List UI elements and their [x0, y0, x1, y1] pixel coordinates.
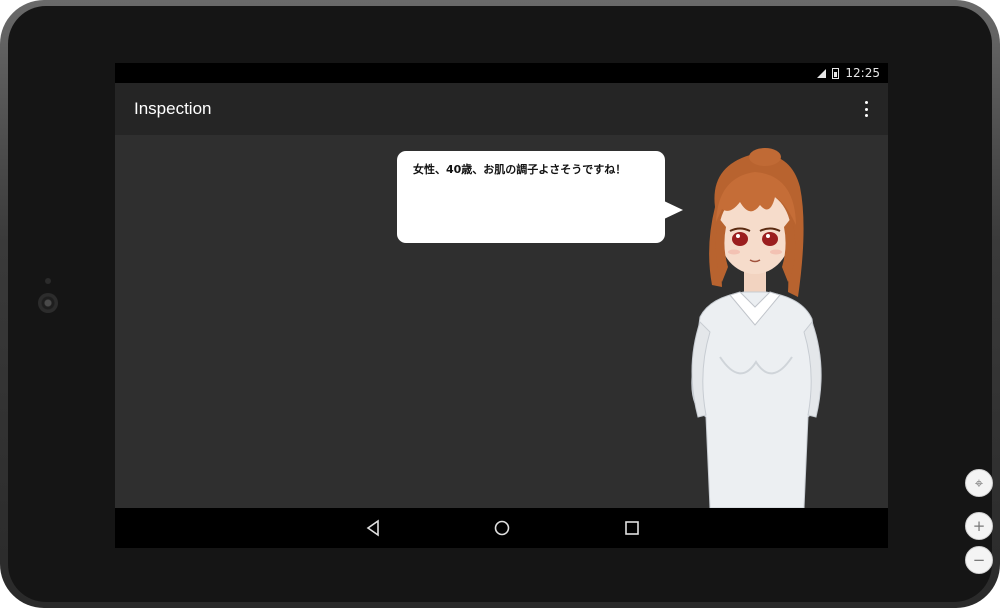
zoom-out-button[interactable]: −	[965, 546, 993, 574]
game-scene[interactable]: 女性、40歳、お肌の調子よさそうですね！	[115, 135, 888, 508]
app-title: Inspection	[134, 99, 212, 118]
hair-bun	[749, 148, 781, 166]
right-eye	[762, 232, 778, 246]
left-eye	[732, 232, 748, 246]
zoom-in-button[interactable]: +	[965, 512, 993, 540]
fit-screen-button[interactable]: ⌖	[965, 469, 993, 497]
status-icons: 12:25	[817, 66, 880, 80]
back-icon[interactable]	[363, 518, 383, 538]
zoom-in-icon: +	[972, 517, 986, 535]
app-bar: Inspection	[115, 83, 888, 135]
status-bar: 12:25	[115, 63, 888, 83]
fit-screen-icon: ⌖	[974, 474, 984, 492]
home-icon[interactable]	[492, 518, 512, 538]
front-camera	[38, 293, 58, 313]
status-time: 12:25	[845, 66, 880, 80]
dialogue-text: 女性、40歳、お肌の調子よさそうですね！	[413, 163, 627, 176]
recents-icon[interactable]	[622, 518, 642, 538]
zoom-out-icon: −	[972, 551, 986, 569]
nurse-character	[691, 148, 822, 508]
navigation-bar	[115, 508, 888, 548]
speech-bubble: 女性、40歳、お肌の調子よさそうですね！	[397, 151, 683, 243]
light-sensor	[45, 278, 51, 284]
signal-icon	[817, 69, 827, 78]
device-screen: 12:25 Inspection 女性、40歳、お肌の調子よさそうですね！	[115, 63, 888, 548]
tablet-frame: 12:25 Inspection 女性、40歳、お肌の調子よさそうですね！	[0, 0, 1000, 608]
overflow-menu-icon[interactable]	[864, 101, 868, 117]
battery-icon	[832, 67, 840, 79]
